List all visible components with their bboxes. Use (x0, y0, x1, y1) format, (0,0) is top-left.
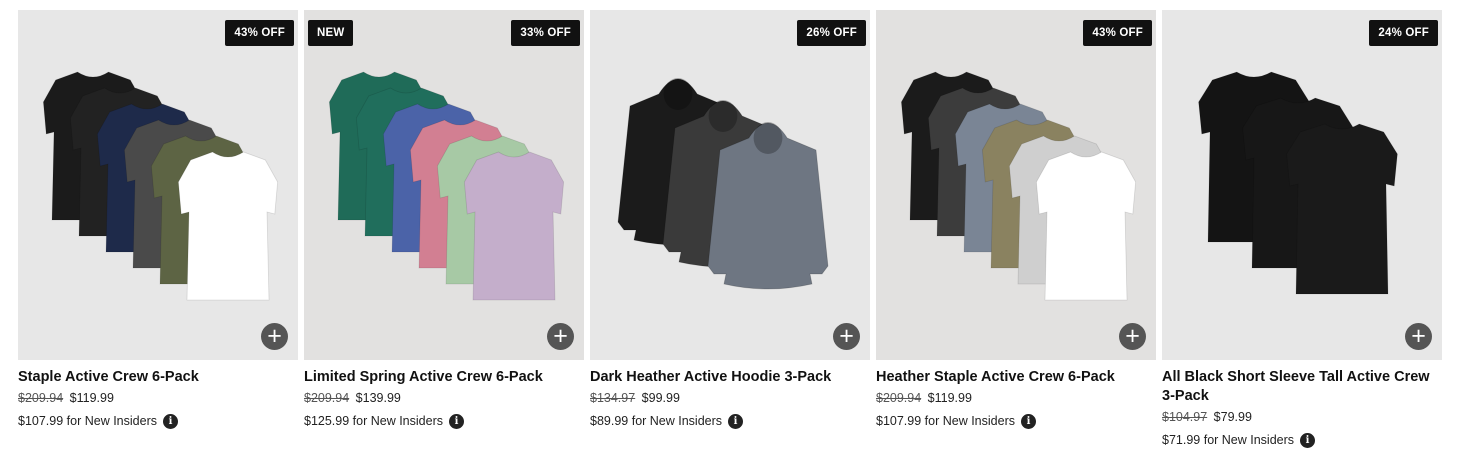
insider-price: $125.99 (304, 414, 350, 428)
info-icon[interactable]: i (162, 414, 178, 429)
sale-price: $139.99 (355, 391, 401, 405)
product-image[interactable]: 24% OFF + (1162, 10, 1442, 360)
original-price: $104.97 (1162, 410, 1208, 424)
product-card[interactable]: NEW 33% OFF + Limited Spring Active Crew… (304, 10, 584, 449)
info-icon[interactable]: i (1020, 414, 1036, 429)
discount-badge: 26% OFF (797, 20, 866, 46)
price-row: $104.97 $79.99 (1162, 409, 1442, 426)
sale-price: $79.99 (1213, 410, 1252, 424)
insider-label: for New Insiders (1203, 433, 1295, 447)
insider-price-row: $71.99 for New Insiders i (1162, 432, 1442, 449)
price-row: $209.94 $139.99 (304, 390, 584, 407)
sale-price: $119.99 (927, 391, 972, 405)
product-photo (617, 78, 829, 290)
product-photo (42, 71, 279, 301)
discount-badge: 24% OFF (1369, 20, 1438, 46)
insider-price: $89.99 (590, 414, 629, 428)
quick-add-button[interactable]: + (1119, 323, 1146, 350)
product-photo (900, 71, 1137, 301)
original-price: $134.97 (590, 391, 636, 405)
info-icon[interactable]: i (1300, 433, 1316, 448)
plus-icon: + (1125, 322, 1140, 350)
insider-label: for New Insiders (631, 414, 723, 428)
product-title[interactable]: Limited Spring Active Crew 6-Pack (304, 368, 576, 387)
product-grid: 43% OFF + Staple Active Crew 6-Pack $209… (18, 10, 1442, 449)
quick-add-button[interactable]: + (261, 323, 288, 350)
product-image[interactable]: NEW 33% OFF + (304, 10, 584, 360)
discount-badge: 33% OFF (511, 20, 580, 46)
plus-icon: + (553, 322, 568, 350)
sale-price: $119.99 (69, 391, 114, 405)
price-row: $134.97 $99.99 (590, 390, 870, 407)
price-row: $209.94 $119.99 (876, 390, 1156, 407)
product-card[interactable]: 43% OFF + Heather Staple Active Crew 6-P… (876, 10, 1156, 449)
original-price: $209.94 (18, 391, 64, 405)
product-title[interactable]: Heather Staple Active Crew 6-Pack (876, 368, 1148, 387)
product-card[interactable]: 24% OFF + All Black Short Sleeve Tall Ac… (1162, 10, 1442, 449)
discount-badge: 43% OFF (225, 20, 294, 46)
new-badge: NEW (308, 20, 354, 46)
info-icon[interactable]: i (728, 414, 744, 429)
product-photo (1198, 71, 1398, 295)
quick-add-button[interactable]: + (1405, 323, 1432, 350)
plus-icon: + (267, 322, 282, 350)
product-image[interactable]: 43% OFF + (876, 10, 1156, 360)
plus-icon: + (1411, 322, 1426, 350)
product-card[interactable]: 43% OFF + Staple Active Crew 6-Pack $209… (18, 10, 298, 449)
product-image[interactable]: 26% OFF + (590, 10, 870, 360)
product-card[interactable]: 26% OFF + Dark Heather Active Hoodie 3-P… (590, 10, 870, 449)
quick-add-button[interactable]: + (833, 323, 860, 350)
original-price: $209.94 (876, 391, 922, 405)
plus-icon: + (839, 322, 854, 350)
insider-price: $107.99 (18, 414, 64, 428)
insider-price-row: $125.99 for New Insiders i (304, 413, 584, 430)
insider-price: $71.99 (1162, 433, 1201, 447)
insider-price: $107.99 (876, 414, 922, 428)
insider-price-row: $107.99 for New Insiders i (18, 413, 298, 430)
product-title[interactable]: All Black Short Sleeve Tall Active Crew … (1162, 368, 1434, 406)
insider-label: for New Insiders (352, 414, 443, 428)
original-price: $209.94 (304, 391, 350, 405)
insider-price-row: $89.99 for New Insiders i (590, 413, 870, 430)
price-row: $209.94 $119.99 (18, 390, 298, 407)
discount-badge: 43% OFF (1083, 20, 1152, 46)
insider-price-row: $107.99 for New Insiders i (876, 413, 1156, 430)
product-title[interactable]: Staple Active Crew 6-Pack (18, 368, 290, 387)
info-icon[interactable]: i (448, 414, 464, 429)
product-title[interactable]: Dark Heather Active Hoodie 3-Pack (590, 368, 862, 387)
product-image[interactable]: 43% OFF + (18, 10, 298, 360)
quick-add-button[interactable]: + (547, 323, 574, 350)
insider-label: for New Insiders (924, 414, 1015, 428)
sale-price: $99.99 (641, 391, 680, 405)
product-photo (328, 71, 565, 301)
insider-label: for New Insiders (66, 414, 157, 428)
